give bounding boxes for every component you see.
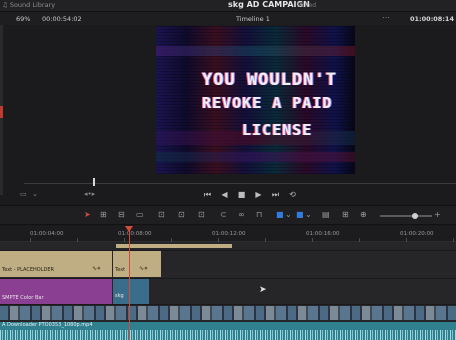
track-divider — [0, 304, 456, 305]
viewer-scrub-bar[interactable] — [24, 183, 456, 184]
range-bar[interactable] — [116, 244, 232, 248]
mouse-cursor-icon: ➤ — [259, 285, 267, 295]
clip-label: Text - PLACEHOLDER — [2, 267, 54, 273]
insert-clip-icon[interactable]: ⊡ — [158, 210, 165, 219]
zoom-level[interactable]: 69% — [16, 15, 30, 23]
overwrite-clip-icon[interactable]: ⊡ — [178, 210, 185, 219]
lock-icon[interactable]: ⊓ — [256, 210, 262, 219]
ruler-label: 01:00:16:00 — [306, 231, 340, 237]
ruler-label: 01:00:04:00 — [30, 231, 64, 237]
generator-clip[interactable]: SMPTE Color Bar — [0, 279, 112, 304]
go-to-end-icon[interactable]: ⏭ — [271, 190, 280, 200]
loop-icon[interactable]: ⟲ — [288, 190, 297, 200]
viewer-mode-icon[interactable]: ▭ — [20, 190, 27, 198]
sound-library-icon: ♫ — [2, 1, 8, 9]
ruler-label: 01:00:20:00 — [400, 231, 434, 237]
video-clip[interactable]: skg — [113, 279, 149, 304]
fx-icon: ∿⋄ — [139, 265, 148, 272]
audio-waveform — [0, 330, 456, 340]
ruler-label: 01:00:08:00 — [118, 231, 152, 237]
playhead-handle[interactable] — [125, 226, 133, 232]
frame-text-line1: YOU WOULDN'T — [202, 70, 337, 90]
blade-tool-icon[interactable]: ▭ — [136, 210, 144, 219]
timeline-ruler[interactable]: 01:00:04:00 01:00:08:00 01:00:12:00 01:0… — [0, 226, 456, 242]
timeline-toolbar: ➤ ⊞ ⊟ ▭ ⊡ ⊡ ⊡ ⊂ ∞ ⊓ ■ ⌄ ■ ⌄ ▤ ⊞ ⊕ + — [0, 205, 456, 225]
clip-label: A Downloader PTO0353_1080p.mp4 — [2, 322, 93, 328]
viewer-header: 69% 00:00:54:02 Timeline 1 ⋯ 01:00:08:14 — [0, 12, 456, 25]
title-bar: ♫ Sound Library skg AD CAMPAIGN Edited — [0, 0, 456, 12]
clip-label: SMPTE Color Bar — [2, 295, 44, 301]
reverse-play-icon[interactable]: ◀ — [220, 190, 229, 200]
zoom-in-icon[interactable]: + — [434, 210, 441, 219]
source-timecode: 00:00:54:02 — [42, 15, 82, 23]
project-status: Edited — [297, 2, 317, 9]
viewer-frame: YOU WOULDN'T REVOKE A PAID LICENSE — [156, 26, 355, 174]
record-timecode: 01:00:08:14 — [410, 15, 454, 23]
scrub-playhead[interactable] — [93, 178, 95, 186]
fx-icon: ∿⋄ — [92, 265, 101, 272]
timeline-selector[interactable]: Timeline 1 — [236, 15, 270, 23]
dynamic-trim-icon[interactable]: ⊟ — [118, 210, 125, 219]
trim-tool-icon[interactable]: ⊞ — [100, 210, 107, 219]
full-extent-zoom-icon[interactable]: ▤ — [322, 210, 330, 219]
replace-clip-icon[interactable]: ⊡ — [198, 210, 205, 219]
link-icon[interactable]: ∞ — [238, 210, 245, 219]
flag-icon[interactable]: ■ — [276, 210, 284, 219]
sound-library-button[interactable]: ♫ Sound Library — [2, 1, 55, 9]
go-to-start-icon[interactable]: ⏮ — [203, 190, 212, 200]
chevron-down-icon[interactable]: ⌄ — [285, 210, 292, 219]
custom-zoom-icon[interactable]: ⊕ — [360, 210, 367, 219]
glitch-band — [156, 46, 355, 56]
zoom-slider[interactable] — [380, 213, 432, 219]
audio-clip[interactable]: A Downloader PTO0353_1080p.mp4 — [0, 322, 456, 340]
detail-zoom-icon[interactable]: ⊞ — [342, 210, 349, 219]
frame-text-line3: LICENSE — [242, 121, 313, 139]
marker-icon[interactable]: ■ — [296, 210, 304, 219]
snapping-icon[interactable]: ⊂ — [220, 210, 227, 219]
glitch-band — [156, 152, 355, 162]
timeline-playhead[interactable] — [129, 226, 130, 340]
sound-library-label: Sound Library — [9, 1, 56, 9]
chevron-down-icon[interactable]: ⌄ — [305, 210, 312, 219]
clip-label: Text — [115, 267, 126, 273]
stop-icon[interactable]: ■ — [237, 190, 246, 200]
transport-controls: ⏮ ◀ ■ ▶ ⏭ ⟲ — [203, 190, 297, 200]
more-options-icon[interactable]: ⋯ — [382, 13, 390, 22]
text-clip[interactable]: Text - PLACEHOLDER ∿⋄ — [0, 251, 112, 277]
video-filmstrip-clip[interactable] — [0, 306, 456, 320]
ruler-label: 01:00:12:00 — [212, 231, 246, 237]
panel-marker — [0, 106, 3, 118]
frame-text-line2: REVOKE A PAID — [202, 94, 333, 112]
text-clip[interactable]: Text ∿⋄ — [113, 251, 161, 277]
chevron-down-icon[interactable]: ⌄ — [32, 190, 38, 198]
jog-icon[interactable]: ◂•▸ — [84, 190, 95, 198]
zoom-slider-knob[interactable] — [412, 213, 418, 219]
play-icon[interactable]: ▶ — [254, 190, 263, 200]
clip-label: skg — [115, 293, 124, 299]
selection-tool-icon[interactable]: ➤ — [84, 210, 91, 219]
